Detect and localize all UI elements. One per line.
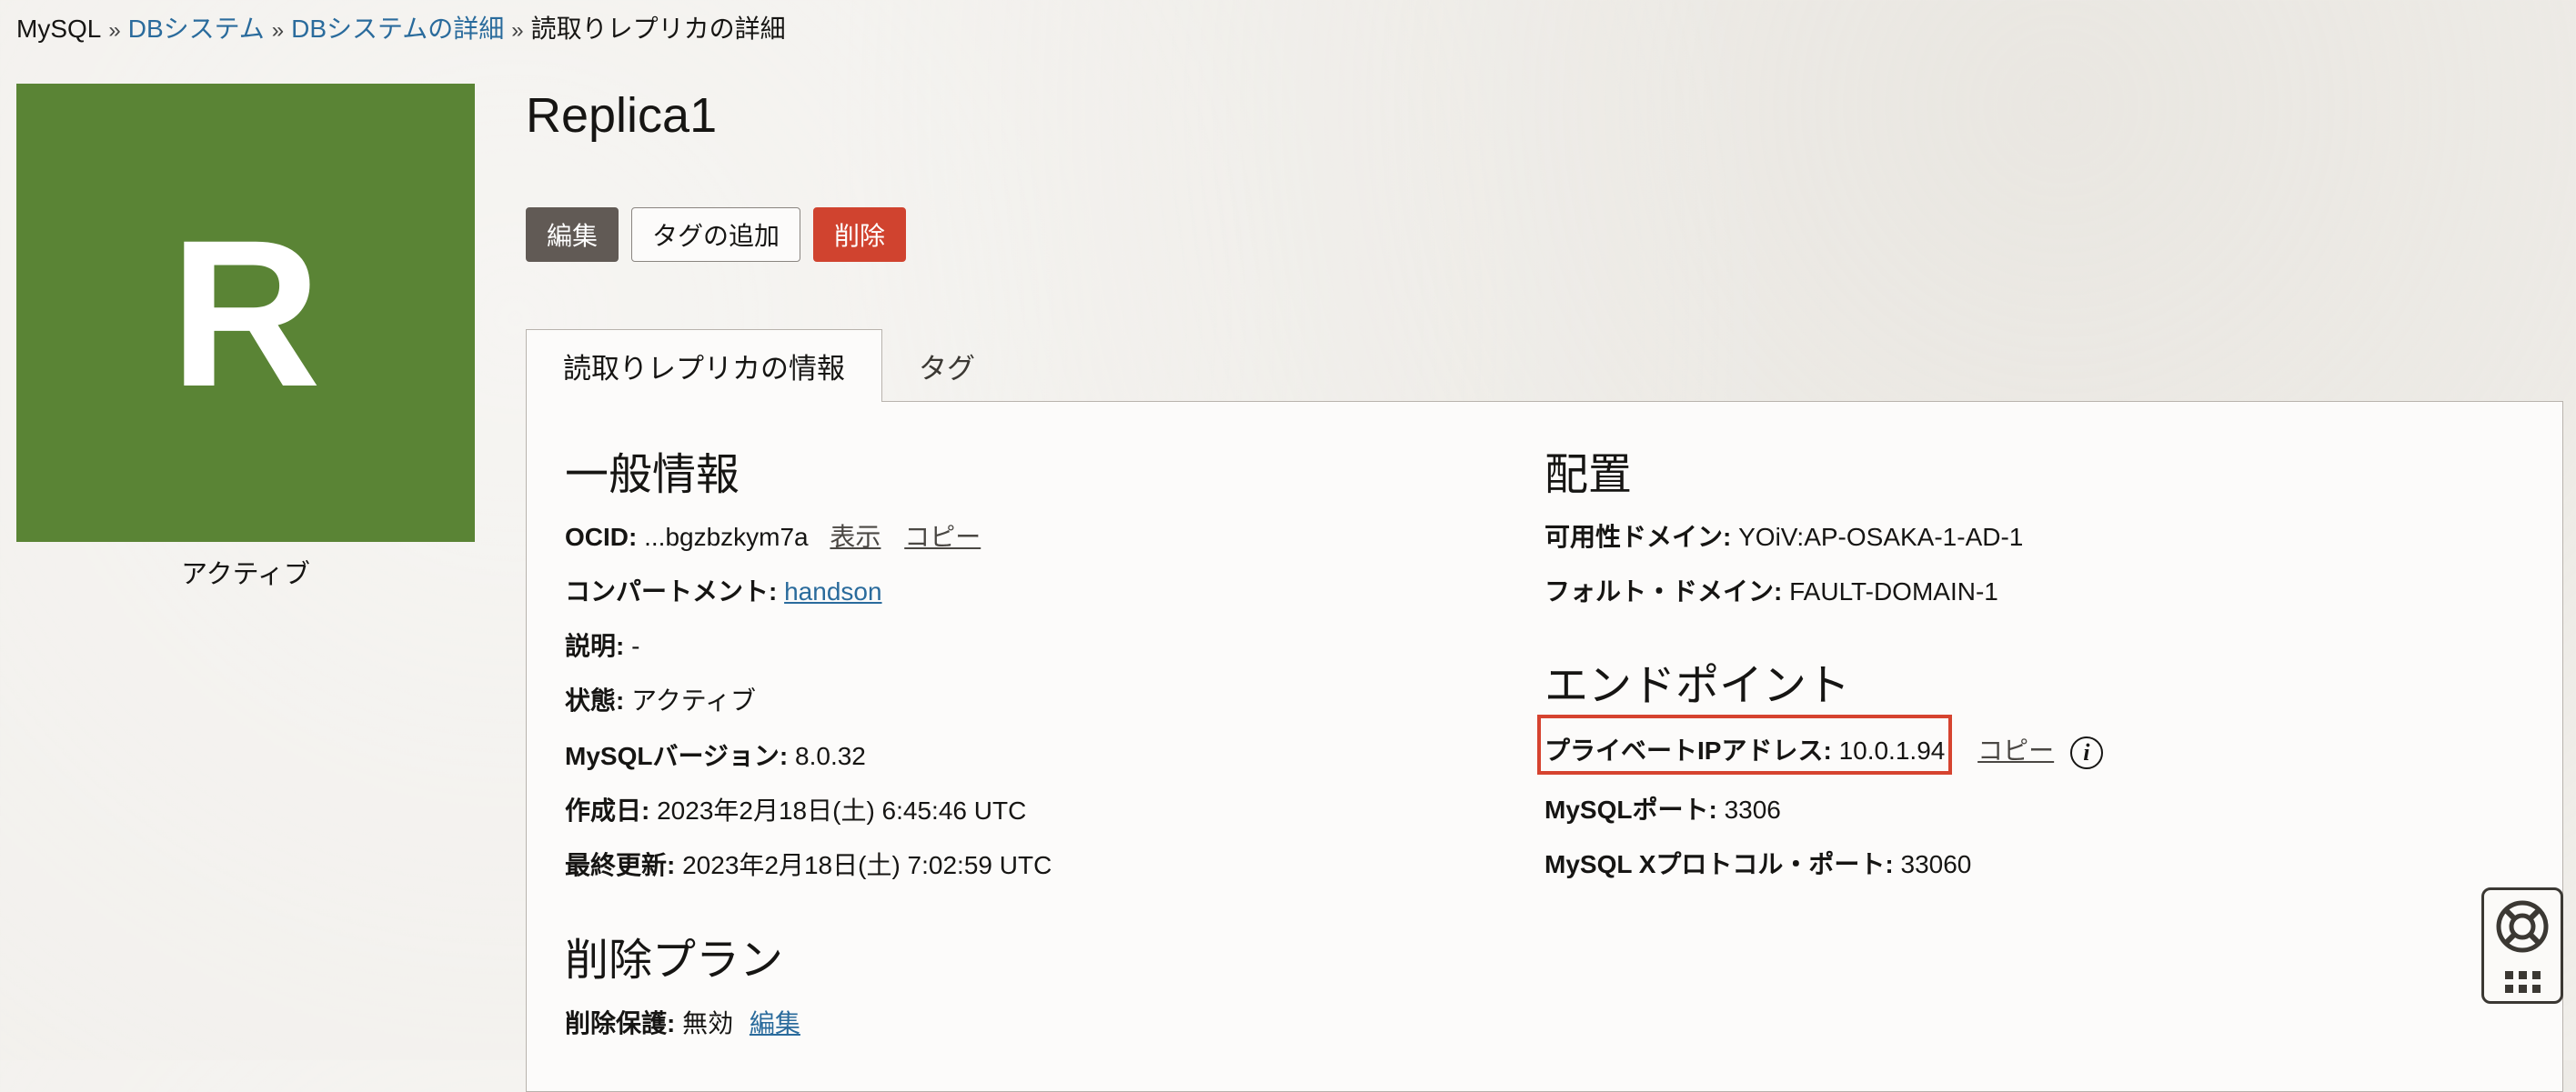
breadcrumb-link-db-systems[interactable]: DBシステム xyxy=(128,15,265,43)
ocid-label: OCID: xyxy=(565,523,638,551)
resource-avatar: R xyxy=(16,84,475,542)
ocid-copy-link[interactable]: コピー xyxy=(904,523,981,551)
availability-domain-value: YOiV:AP-OSAKA-1-AD-1 xyxy=(1738,523,2024,551)
created-field: 作成日: 2023年2月18日(土) 6:45:46 UTC xyxy=(565,791,1026,827)
mysql-x-port-label: MySQL Xプロトコル・ポート: xyxy=(1545,850,1894,878)
compartment-label: コンパートメント: xyxy=(565,577,778,606)
state-label: 状態: xyxy=(565,686,625,715)
private-ip-value: 10.0.1.94 xyxy=(1838,736,1946,765)
updated-value: 2023年2月18日(土) 7:02:59 UTC xyxy=(682,851,1052,879)
description-value: - xyxy=(631,632,640,660)
deletion-protection-edit-link[interactable]: 編集 xyxy=(750,1009,800,1037)
resource-status-label: アクティブ xyxy=(181,560,310,589)
created-value: 2023年2月18日(土) 6:45:46 UTC xyxy=(657,796,1027,825)
fault-domain-value: FAULT-DOMAIN-1 xyxy=(1789,577,1998,606)
private-ip-label: プライベートIPアドレス: xyxy=(1545,736,1832,765)
mysql-version-field: MySQLバージョン: 8.0.32 xyxy=(565,736,866,773)
description-field: 説明: - xyxy=(565,626,639,663)
page-title: Replica1 xyxy=(526,88,718,143)
fault-domain-field: フォルト・ドメイン: FAULT-DOMAIN-1 xyxy=(1545,572,1998,608)
deletion-protection-label: 削除保護: xyxy=(565,1009,676,1037)
breadcrumb-separator: » xyxy=(271,18,285,43)
description-label: 説明: xyxy=(565,632,625,660)
add-tags-button[interactable]: タグの追加 xyxy=(631,207,801,262)
deletion-plan-heading: 削除プラン xyxy=(565,937,784,985)
deletion-protection-value: 無効 xyxy=(682,1009,734,1037)
ocid-value: ...bgzbzkym7a xyxy=(644,523,809,551)
breadcrumb-separator: » xyxy=(108,18,121,43)
deletion-protection-field: 削除保護: 無効 編集 xyxy=(565,1004,800,1040)
state-value: アクティブ xyxy=(631,686,757,715)
placement-heading: 配置 xyxy=(1545,451,1633,499)
created-label: 作成日: xyxy=(565,796,650,825)
mysql-port-field: MySQLポート: 3306 xyxy=(1545,790,1781,827)
tab-tags[interactable]: タグ xyxy=(882,329,1011,402)
mysql-version-label: MySQLバージョン: xyxy=(565,742,789,770)
details-panel: 一般情報 OCID: ...bgzbzkym7a 表示 コピー コンパートメント… xyxy=(526,401,2563,1092)
fault-domain-label: フォルト・ドメイン: xyxy=(1545,577,1783,606)
mysql-version-value: 8.0.32 xyxy=(795,742,866,770)
mysql-x-port-field: MySQL Xプロトコル・ポート: 33060 xyxy=(1545,845,1971,881)
action-bar: 編集 タグの追加 削除 xyxy=(526,207,907,262)
ocid-show-link[interactable]: 表示 xyxy=(830,523,880,551)
mysql-port-value: 3306 xyxy=(1724,796,1781,824)
breadcrumb-current: 読取りレプリカの詳細 xyxy=(530,15,786,43)
availability-domain-label: 可用性ドメイン: xyxy=(1545,523,1732,551)
breadcrumb-root: MySQL xyxy=(16,15,102,43)
mysql-x-port-value: 33060 xyxy=(1900,850,1972,878)
general-info-heading: 一般情報 xyxy=(565,451,740,499)
breadcrumb-link-db-system-details[interactable]: DBシステムの詳細 xyxy=(291,15,504,43)
lifebuoy-icon xyxy=(2496,900,2549,953)
tab-bar: 読取りレプリカの情報 タグ xyxy=(526,329,1011,402)
delete-button[interactable]: 削除 xyxy=(813,207,907,262)
private-ip-copy-link[interactable]: コピー xyxy=(1977,736,2054,765)
compartment-field: コンパートメント: handson xyxy=(565,572,882,608)
compartment-link[interactable]: handson xyxy=(784,577,881,606)
info-icon[interactable]: i xyxy=(2069,736,2103,769)
grid-icon xyxy=(2504,971,2541,993)
edit-button[interactable]: 編集 xyxy=(526,207,619,262)
availability-domain-field: 可用性ドメイン: YOiV:AP-OSAKA-1-AD-1 xyxy=(1545,517,2023,554)
updated-label: 最終更新: xyxy=(565,851,676,879)
state-field: 状態: アクティブ xyxy=(565,681,756,717)
private-ip-field: プライベートIPアドレス: 10.0.1.94 コピー i xyxy=(1545,731,2103,769)
tab-replica-info[interactable]: 読取りレプリカの情報 xyxy=(526,329,882,402)
endpoint-heading: エンドポイント xyxy=(1545,662,1851,710)
help-widget[interactable] xyxy=(2481,887,2563,1004)
ocid-field: OCID: ...bgzbzkym7a 表示 コピー xyxy=(565,517,981,554)
mysql-port-label: MySQLポート: xyxy=(1545,796,1717,824)
breadcrumb-separator: » xyxy=(511,18,524,43)
breadcrumb: MySQL» DBシステム» DBシステムの詳細» 読取りレプリカの詳細 xyxy=(16,11,786,49)
updated-field: 最終更新: 2023年2月18日(土) 7:02:59 UTC xyxy=(565,846,1052,882)
